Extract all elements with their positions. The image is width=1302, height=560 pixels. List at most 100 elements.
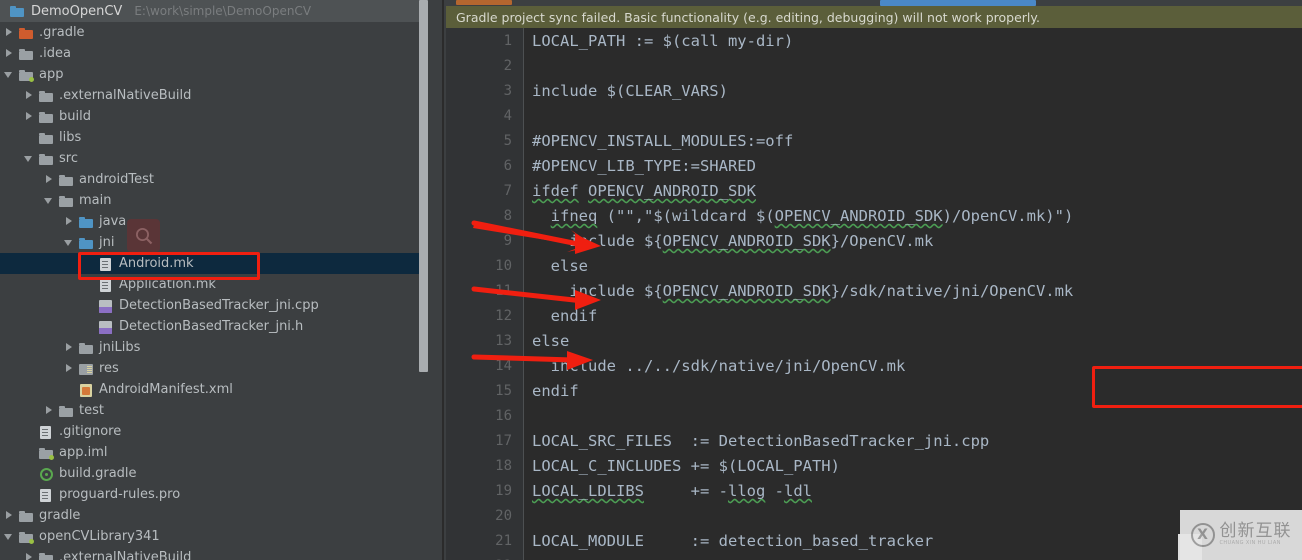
line-number: 14 bbox=[495, 358, 512, 374]
project-name-label: DemoOpenCV bbox=[31, 3, 123, 19]
code-line[interactable]: else bbox=[532, 254, 588, 279]
chevron-right-icon[interactable] bbox=[4, 27, 15, 38]
line-number: 18 bbox=[495, 458, 512, 474]
tree-item-androidtest[interactable]: androidTest bbox=[0, 169, 436, 190]
tree-item-label: main bbox=[79, 193, 112, 208]
chevron-right-icon[interactable] bbox=[24, 552, 35, 560]
cpp-file-icon bbox=[99, 320, 114, 334]
tree-item-libs[interactable]: libs bbox=[0, 127, 436, 148]
chevron-right-icon[interactable] bbox=[64, 363, 75, 374]
editor-tab-inactive[interactable] bbox=[456, 0, 512, 5]
project-tree-list: .gradle .idea app .externalNativeBuild build… bbox=[0, 22, 436, 560]
tree-item-externalnativebuild[interactable]: .externalNativeBuild bbox=[0, 85, 436, 106]
code-line[interactable]: LOCAL_MODULE := detection_based_tracker bbox=[532, 529, 933, 554]
chevron-right-icon[interactable] bbox=[64, 342, 75, 353]
chevron-down-icon[interactable] bbox=[4, 531, 15, 542]
code-line[interactable]: include ${OPENCV_ANDROID_SDK}/sdk/native… bbox=[532, 279, 1073, 304]
chevron-right-icon[interactable] bbox=[4, 48, 15, 59]
code-line[interactable]: endif bbox=[532, 379, 579, 404]
code-line[interactable]: LOCAL_SRC_FILES := DetectionBasedTracker… bbox=[532, 429, 989, 454]
folder-blue-icon bbox=[79, 215, 94, 229]
tree-item-app-iml[interactable]: app.iml bbox=[0, 442, 436, 463]
chevron-right-icon[interactable] bbox=[24, 90, 35, 101]
line-number: 17 bbox=[495, 433, 512, 449]
line-number: 7 bbox=[503, 183, 512, 199]
tree-item-androidmanifest-xml[interactable]: AndroidManifest.xml bbox=[0, 379, 436, 400]
code-line[interactable]: endif bbox=[532, 304, 598, 329]
code-line[interactable]: include $(CLEAR_VARS) bbox=[532, 79, 728, 104]
tree-item-label: DetectionBasedTracker_jni.h bbox=[119, 319, 304, 334]
code-line[interactable]: LOCAL_C_INCLUDES += $(LOCAL_PATH) bbox=[532, 454, 840, 479]
line-number: 9 bbox=[503, 233, 512, 249]
code-line[interactable]: #OPENCV_LIB_TYPE:=SHARED bbox=[532, 154, 756, 179]
code-line[interactable]: #OPENCV_INSTALL_MODULES:=off bbox=[532, 129, 793, 154]
tree-item-jni[interactable]: jni bbox=[0, 232, 436, 253]
gradle-file-icon bbox=[39, 467, 54, 481]
chevron-down-icon[interactable] bbox=[44, 195, 55, 206]
chevron-right-icon[interactable] bbox=[64, 216, 75, 227]
sidebar-scrollbar-thumb[interactable] bbox=[419, 0, 428, 372]
watermark-text-cn: 创新互联 bbox=[1219, 521, 1292, 542]
tree-item-build-gradle[interactable]: build.gradle bbox=[0, 463, 436, 484]
tree-item-build[interactable]: build bbox=[0, 106, 436, 127]
tree-item-gitignore[interactable]: .gitignore bbox=[0, 421, 436, 442]
tree-item-app[interactable]: app bbox=[0, 64, 436, 85]
tree-item-detectionbasedtracker-jni-h[interactable]: DetectionBasedTracker_jni.h bbox=[0, 316, 436, 337]
code-line[interactable]: include ${OPENCV_ANDROID_SDK}/OpenCV.mk bbox=[532, 229, 933, 254]
tree-item-test[interactable]: test bbox=[0, 400, 436, 421]
folder-module-icon bbox=[19, 530, 34, 544]
line-number: 10 bbox=[495, 258, 512, 274]
tree-item-label: libs bbox=[59, 130, 82, 145]
tree-item-gradle[interactable]: .gradle bbox=[0, 22, 436, 43]
tree-item-label: test bbox=[79, 403, 104, 418]
panel-divider[interactable] bbox=[442, 0, 444, 560]
code-line[interactable]: include ../../sdk/native/jni/OpenCV.mk bbox=[532, 354, 906, 379]
code-line[interactable]: LOCAL_LDLIBS += -llog -ldl bbox=[532, 479, 812, 504]
chevron-down-icon[interactable] bbox=[4, 69, 15, 80]
tree-item-java[interactable]: java bbox=[0, 211, 436, 232]
chevron-right-icon[interactable] bbox=[44, 405, 55, 416]
folder-gray-icon bbox=[79, 341, 94, 355]
folder-gray-icon bbox=[39, 152, 54, 166]
chevron-down-icon[interactable] bbox=[64, 237, 75, 248]
cpp-file-icon bbox=[99, 299, 114, 313]
tree-item-res[interactable]: res bbox=[0, 358, 436, 379]
search-magnifier-icon[interactable] bbox=[127, 219, 160, 252]
tree-item-idea[interactable]: .idea bbox=[0, 43, 436, 64]
tree-item-label: .externalNativeBuild bbox=[59, 550, 192, 560]
tree-item-jnilibs[interactable]: jniLibs bbox=[0, 337, 436, 358]
code-line[interactable]: ifneq ("","$(wildcard $(OPENCV_ANDROID_S… bbox=[532, 204, 1074, 229]
watermark-text-en: CHUANG XIN HU LIAN bbox=[1219, 540, 1281, 547]
tree-item-application-mk[interactable]: Application.mk bbox=[0, 274, 436, 295]
code-line[interactable]: ifdef OPENCV_ANDROID_SDK bbox=[532, 179, 756, 204]
folder-gray-icon bbox=[19, 47, 34, 61]
tree-item-label: androidTest bbox=[79, 172, 154, 187]
folder-gray-icon bbox=[59, 173, 74, 187]
code-line[interactable]: LOCAL_PATH := $(call my-dir) bbox=[532, 29, 793, 54]
chevron-right-icon[interactable] bbox=[4, 510, 15, 521]
tree-item-proguard-rules-pro[interactable]: proguard-rules.pro bbox=[0, 484, 436, 505]
opencv-path-annotation-box bbox=[1092, 366, 1302, 408]
project-tree-header[interactable]: DemoOpenCV E:\work\simple\DemoOpenCV bbox=[0, 0, 436, 22]
tree-item-detectionbasedtracker-jni-cpp[interactable]: DetectionBasedTracker_jni.cpp bbox=[0, 295, 436, 316]
chevron-down-icon[interactable] bbox=[24, 153, 35, 164]
sidebar-scrollbar-track[interactable] bbox=[419, 0, 436, 560]
tree-item-externalnativebuild[interactable]: .externalNativeBuild bbox=[0, 547, 436, 560]
tree-item-android-mk[interactable]: Android.mk bbox=[0, 253, 436, 274]
chevron-right-icon[interactable] bbox=[44, 174, 55, 185]
chevron-right-icon[interactable] bbox=[24, 111, 35, 122]
tree-item-main[interactable]: main bbox=[0, 190, 436, 211]
tree-item-src[interactable]: src bbox=[0, 148, 436, 169]
code-line[interactable]: else bbox=[532, 329, 569, 354]
tree-item-gradle[interactable]: gradle bbox=[0, 505, 436, 526]
tree-item-opencvlibrary341[interactable]: openCVLibrary341 bbox=[0, 526, 436, 547]
makefile-icon bbox=[99, 257, 114, 271]
tree-item-label: src bbox=[59, 151, 78, 166]
tree-item-label: DetectionBasedTracker_jni.cpp bbox=[119, 298, 319, 313]
line-number: 22 bbox=[446, 554, 512, 560]
xml-file-icon bbox=[79, 383, 94, 397]
line-number: 4 bbox=[503, 108, 512, 124]
code-content-area[interactable]: 12345678910111213141516171819202122 LOCA… bbox=[446, 28, 1302, 560]
